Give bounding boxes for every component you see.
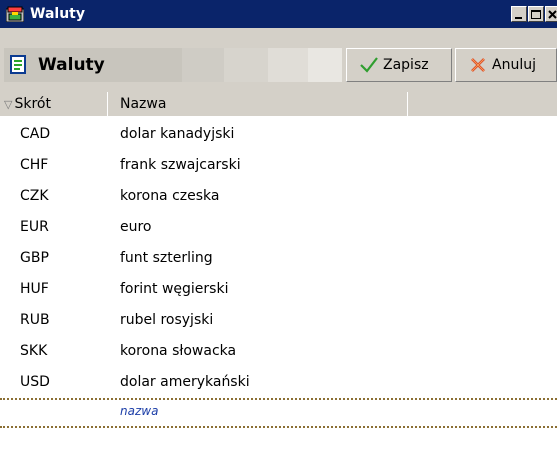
row-name: dolar amerykański [120, 374, 250, 390]
row-name: forint węgierski [120, 281, 229, 297]
form-title: Waluty [38, 55, 105, 75]
table-row[interactable]: CAD dolar kanadyjski [0, 120, 557, 148]
close-icon [548, 10, 557, 19]
row-code: USD [20, 374, 50, 390]
row-name: korona czeska [120, 188, 220, 204]
sheet-icon [10, 55, 26, 74]
table-row[interactable]: SKK korona słowacka [0, 337, 557, 365]
column-header-code[interactable]: ▽ Skrót [0, 92, 108, 116]
save-button-label: Zapisz [383, 57, 429, 73]
checkmark-icon [360, 57, 378, 73]
header-shade [182, 48, 224, 82]
row-code: RUB [20, 312, 50, 328]
column-header-name[interactable]: Nazwa [108, 92, 408, 116]
row-code: CHF [20, 157, 49, 173]
maximize-button[interactable] [528, 6, 544, 22]
table-row[interactable]: HUF forint węgierski [0, 275, 557, 303]
row-code: EUR [20, 219, 49, 235]
close-button[interactable] [545, 6, 557, 22]
title-bar[interactable]: Waluty [0, 0, 557, 28]
grid-header: ▽ Skrót Nazwa [0, 92, 557, 116]
window-title: Waluty [30, 6, 85, 22]
currency-grid: ▽ Skrót Nazwa CAD dolar kanadyjski CHF fr… [0, 92, 557, 466]
cancel-button-label: Anuluj [492, 57, 536, 73]
row-name: dolar kanadyjski [120, 126, 235, 142]
save-button[interactable]: Zapisz [346, 48, 452, 82]
row-name: korona słowacka [120, 343, 237, 359]
table-row[interactable]: CHF frank szwajcarski [0, 151, 557, 179]
currency-window-icon [6, 6, 24, 22]
table-row[interactable]: CZK korona czeska [0, 182, 557, 210]
x-cross-icon [471, 58, 485, 72]
header-shade [268, 48, 308, 82]
sort-desc-icon: ▽ [4, 98, 13, 111]
header-shade [308, 48, 342, 82]
row-code: CZK [20, 188, 49, 204]
row-name: euro [120, 219, 152, 235]
cancel-button[interactable]: Anuluj [455, 48, 557, 82]
new-row-placeholder: nazwa [120, 404, 159, 418]
column-header-code-label: Skrót [14, 96, 51, 112]
form-header: Waluty [4, 48, 342, 82]
table-row[interactable]: RUB rubel rosyjski [0, 306, 557, 334]
toolbar: Waluty Zapisz Anuluj [0, 28, 557, 86]
table-row[interactable]: USD dolar amerykański [0, 368, 557, 396]
maximize-icon [531, 10, 541, 19]
currency-window: Waluty Waluty Zapisz Anuluj ▽ Skrót Nazw… [0, 0, 557, 466]
row-code: GBP [20, 250, 49, 266]
row-name: rubel rosyjski [120, 312, 214, 328]
table-row[interactable]: GBP funt szterling [0, 244, 557, 272]
header-shade [224, 48, 268, 82]
new-record-row[interactable]: nazwa [0, 398, 557, 428]
row-code: SKK [20, 343, 48, 359]
column-header-name-label: Nazwa [120, 96, 167, 112]
row-name: frank szwajcarski [120, 157, 241, 173]
minimize-button[interactable] [511, 6, 527, 22]
minimize-icon [515, 17, 522, 19]
row-code: CAD [20, 126, 51, 142]
row-code: HUF [20, 281, 49, 297]
row-name: funt szterling [120, 250, 213, 266]
table-row[interactable]: EUR euro [0, 213, 557, 241]
